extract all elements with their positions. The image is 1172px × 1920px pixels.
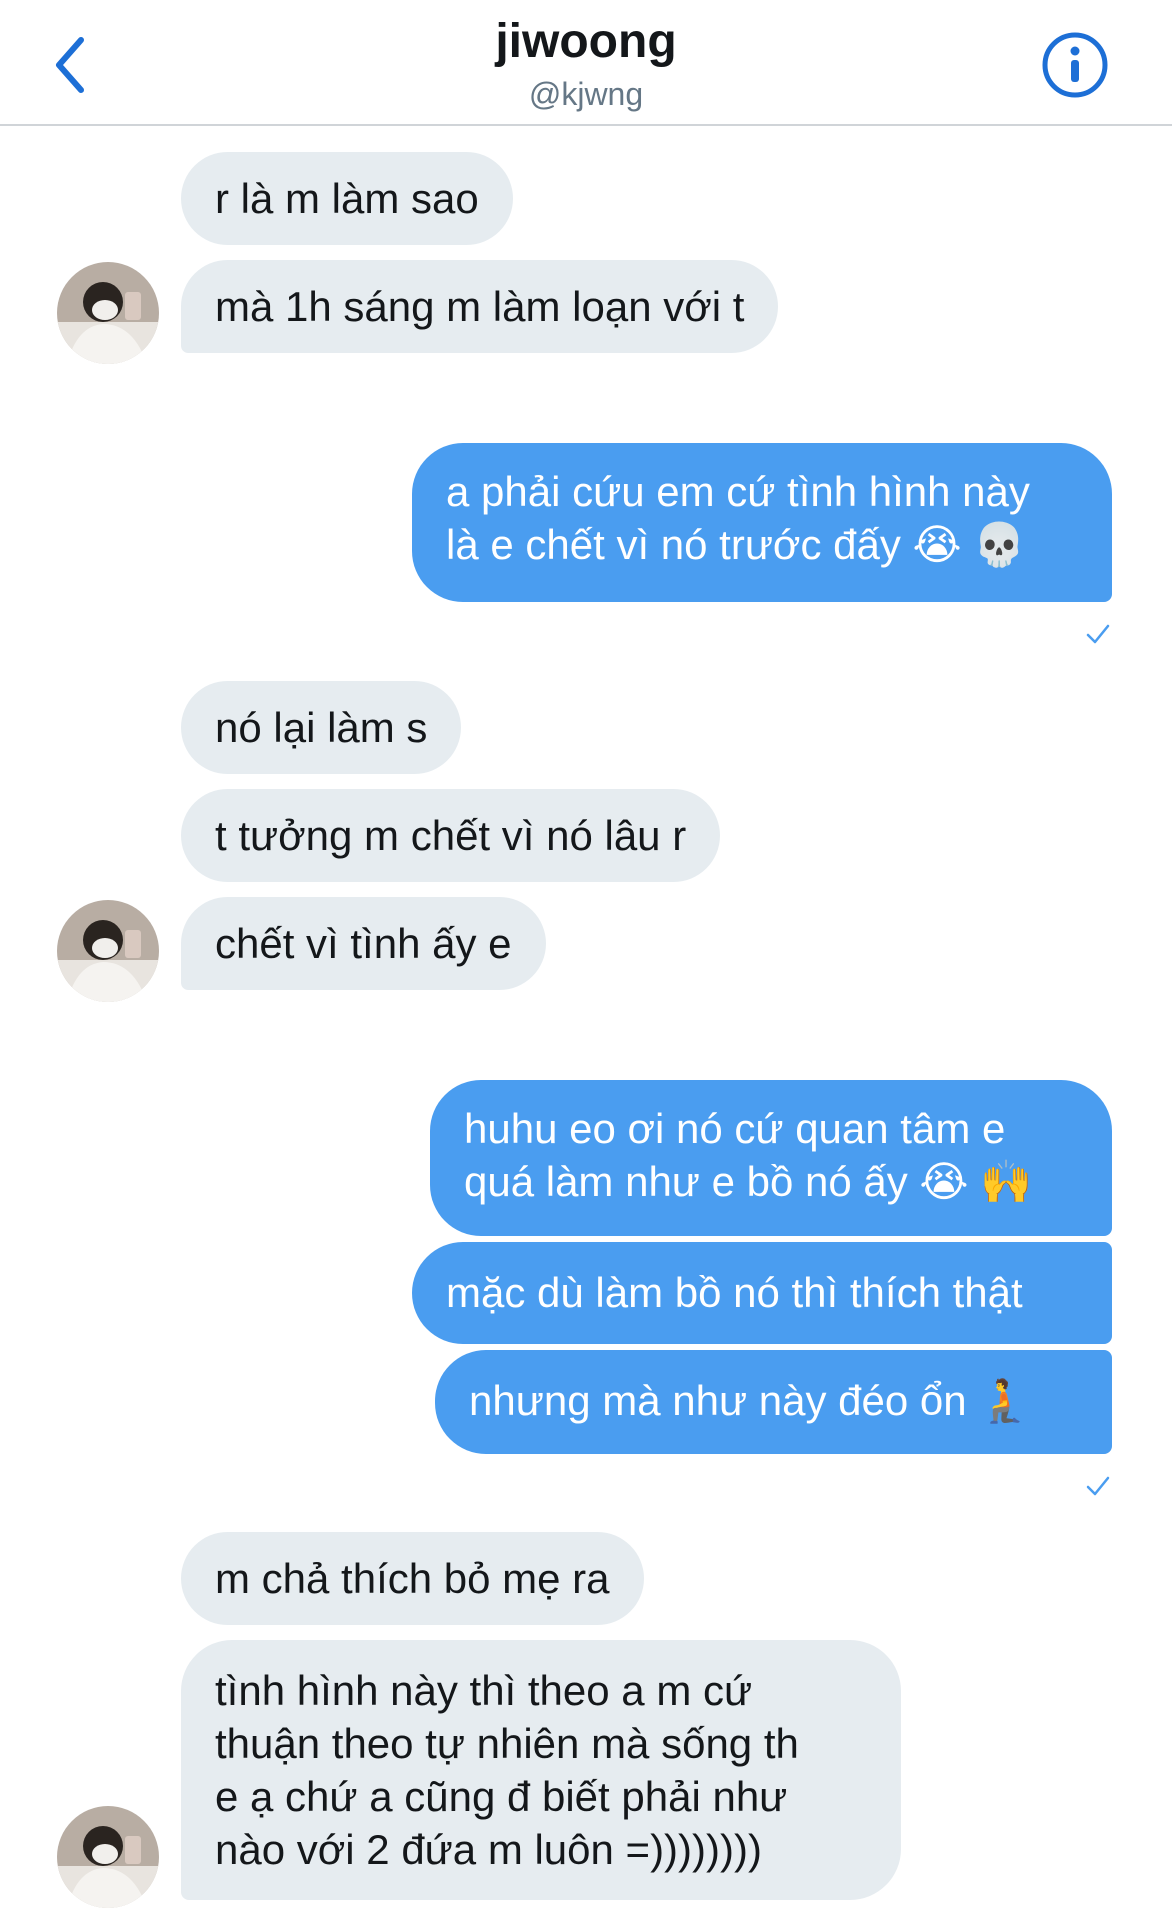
message-outgoing[interactable]: mặc dù làm bồ nó thì thích thật (412, 1242, 1112, 1344)
message-outgoing[interactable]: huhu eo ơi nó cứ quan tâm e quá làm như … (430, 1080, 1112, 1236)
message-line: a phải cứu em cứ tình hình này (446, 468, 1030, 515)
avatar[interactable] (57, 1806, 159, 1908)
check-icon (1086, 1476, 1110, 1496)
avatar-image (57, 262, 159, 364)
message-line: huhu eo ơi nó cứ quan tâm e (464, 1105, 1006, 1152)
message-incoming[interactable]: mà 1h sáng m làm loạn với t (181, 260, 779, 353)
message-line: e ạ chứ a cũng đ biết phải như (215, 1773, 788, 1820)
message-incoming[interactable]: tình hình này thì theo a m cứ thuận theo… (181, 1640, 901, 1900)
message-list: r là m làm sao mà 1h sáng m làm loạn với… (0, 0, 1172, 1920)
message-incoming[interactable]: m chả thích bỏ mẹ ra (181, 1532, 644, 1625)
message-outgoing[interactable]: nhưng mà như này đéo ổn 🧎 (435, 1350, 1112, 1454)
message-line: quá làm như e bồ nó ấy 😭 🙌 (464, 1158, 1033, 1205)
message-line: tình hình này thì theo a m cứ (215, 1667, 753, 1714)
message-incoming[interactable]: nó lại làm s (181, 681, 462, 774)
message-incoming[interactable]: t tưởng m chết vì nó lâu r (181, 789, 721, 882)
message-incoming[interactable]: r là m làm sao (181, 152, 513, 245)
message-line: là e chết vì nó trước đấy 😭 💀 (446, 521, 1026, 568)
message-line: nào với 2 đứa m luôn =)))))))) (215, 1826, 762, 1873)
avatar-image (57, 1806, 159, 1908)
avatar[interactable] (57, 900, 159, 1002)
message-incoming[interactable]: chết vì tình ấy e (181, 897, 546, 990)
avatar-image (57, 900, 159, 1002)
avatar[interactable] (57, 262, 159, 364)
message-outgoing[interactable]: a phải cứu em cứ tình hình này là e chết… (412, 443, 1112, 602)
message-line: thuận theo tự nhiên mà sống th (215, 1720, 799, 1767)
check-icon (1086, 624, 1110, 644)
